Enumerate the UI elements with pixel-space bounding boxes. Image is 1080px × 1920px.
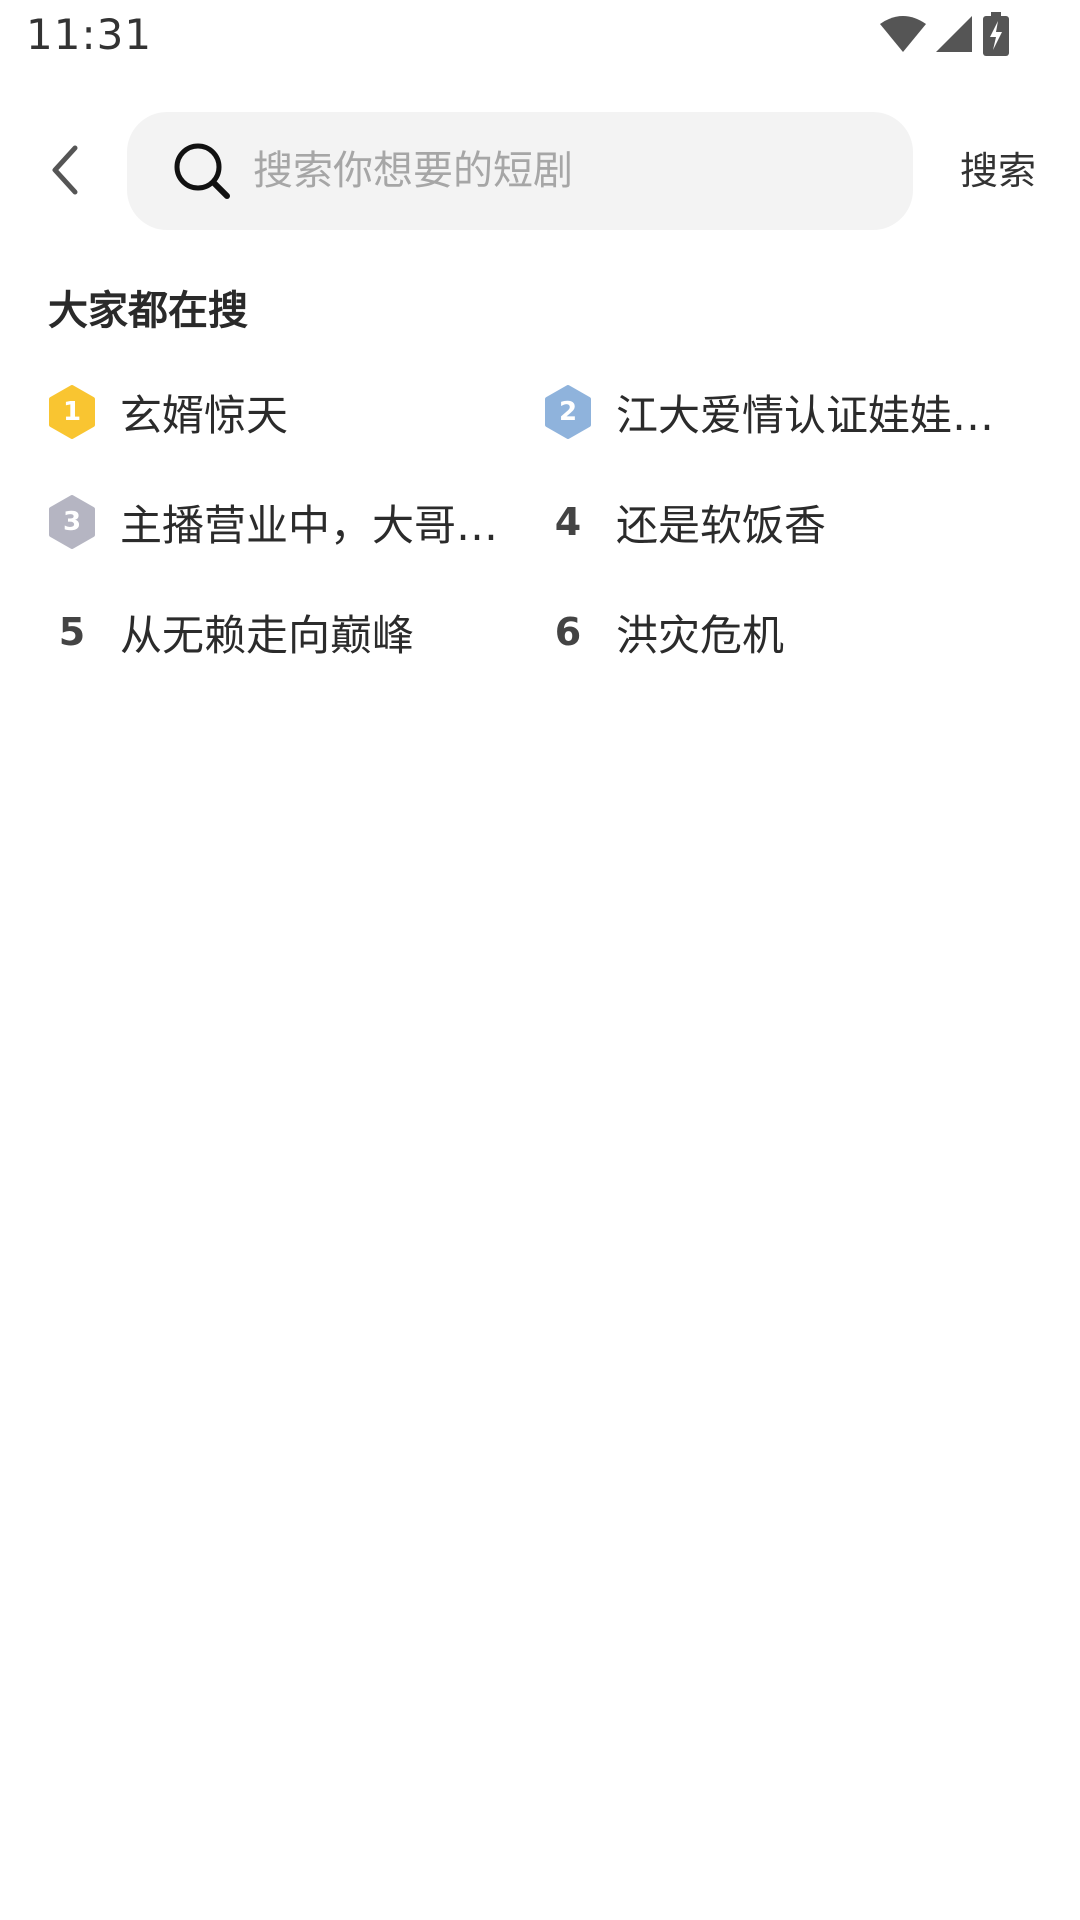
section-title: 大家都在搜 bbox=[48, 288, 248, 334]
rank-number: 6 bbox=[554, 610, 582, 654]
battery-charging-icon bbox=[983, 12, 1009, 56]
search-header: 搜索 bbox=[0, 112, 1080, 230]
rank-number: 3 bbox=[62, 507, 82, 537]
trend-label: 江大爱情认证娃娃… bbox=[616, 390, 995, 440]
trend-item-4[interactable]: 4 还是软饭香 bbox=[544, 482, 1004, 562]
status-bar: 11:31 bbox=[0, 0, 1080, 74]
trend-item-2[interactable]: 2 江大爱情认证娃娃… bbox=[544, 372, 1004, 452]
rank-badge-1: 1 bbox=[48, 385, 96, 439]
search-button[interactable]: 搜索 bbox=[960, 142, 1036, 200]
rank-badge-2: 2 bbox=[544, 385, 592, 439]
trend-label: 洪灾危机 bbox=[616, 610, 785, 660]
trend-item-1[interactable]: 1 玄婿惊天 bbox=[48, 372, 508, 452]
trend-label: 主播营业中，大哥… bbox=[120, 500, 499, 550]
back-button[interactable] bbox=[30, 132, 100, 208]
rank-number: 4 bbox=[554, 500, 582, 544]
trend-label: 还是软饭香 bbox=[616, 500, 827, 550]
rank-badge-3: 3 bbox=[48, 495, 96, 549]
status-icons bbox=[880, 12, 1010, 56]
trend-item-5[interactable]: 5 从无赖走向巅峰 bbox=[48, 592, 508, 672]
wifi-icon bbox=[880, 16, 926, 52]
search-icon bbox=[174, 143, 230, 199]
trend-item-3[interactable]: 3 主播营业中，大哥… bbox=[48, 482, 508, 562]
rank-number: 5 bbox=[58, 610, 86, 654]
rank-number: 1 bbox=[62, 397, 82, 427]
trend-label: 玄婿惊天 bbox=[120, 390, 289, 440]
rank-number: 2 bbox=[558, 397, 578, 427]
trend-label: 从无赖走向巅峰 bbox=[120, 610, 415, 660]
chevron-left-icon bbox=[52, 145, 78, 195]
signal-icon bbox=[936, 16, 972, 52]
status-time: 11:31 bbox=[26, 10, 153, 59]
search-input[interactable] bbox=[253, 112, 873, 230]
search-box[interactable] bbox=[127, 112, 913, 230]
trend-item-6[interactable]: 6 洪灾危机 bbox=[544, 592, 1004, 672]
